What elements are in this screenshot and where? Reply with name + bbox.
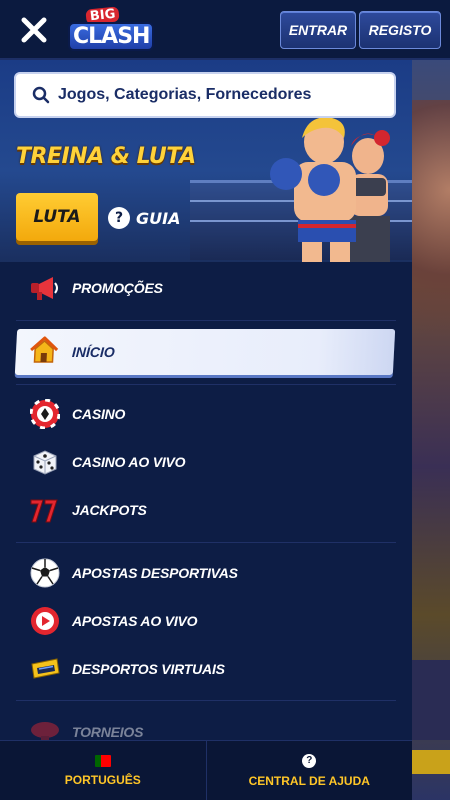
menu-divider: [16, 384, 396, 385]
logo-clash-text: CLASH: [68, 22, 155, 51]
menu-label: CASINO AO VIVO: [72, 454, 186, 470]
help-center-label: CENTRAL DE AJUDA: [248, 773, 370, 788]
drawer-footer: PORTUGUÊS ? CENTRAL DE AJUDA: [0, 740, 412, 800]
portugal-flag-icon: [94, 754, 111, 767]
dice-icon: [28, 445, 62, 479]
megaphone-icon: [28, 271, 62, 305]
menu-item-sports-betting[interactable]: APOSTAS DESPORTIVAS: [0, 551, 412, 595]
menu-item-casino[interactable]: CASINO: [0, 392, 412, 436]
menu-label: TORNEIOS: [72, 724, 144, 740]
close-icon: [21, 17, 47, 43]
home-icon: [27, 335, 63, 369]
play-icon: [28, 604, 62, 638]
search-bar[interactable]: [14, 72, 396, 118]
menu-label: PROMOÇÕES: [72, 280, 163, 296]
login-button[interactable]: ENTRAR: [280, 11, 356, 49]
hero-banner: TREINA & LUTA LUTA ? GUIA: [0, 60, 412, 262]
brand-logo[interactable]: BIG CLASH: [66, 6, 155, 54]
menu-label: JACKPOTS: [72, 502, 147, 518]
menu-label: APOSTAS DESPORTIVAS: [72, 565, 238, 581]
fighters-illustration: [270, 117, 390, 262]
language-label: PORTUGUÊS: [64, 772, 141, 787]
menu-label: DESPORTOS VIRTUAIS: [72, 661, 225, 677]
menu-divider: [16, 542, 396, 543]
search-input[interactable]: [58, 86, 378, 104]
casino-chip-icon: [28, 397, 62, 431]
search-icon: [32, 86, 50, 104]
menu-item-promotions[interactable]: PROMOÇÕES: [0, 266, 412, 310]
menu-item-virtual-sports[interactable]: DESPORTOS VIRTUAIS: [0, 647, 412, 691]
guide-label: GUIA: [136, 208, 181, 228]
menu-item-live-casino[interactable]: CASINO AO VIVO: [0, 440, 412, 484]
question-icon: ?: [302, 753, 317, 768]
vr-headset-icon: [28, 652, 62, 686]
language-selector[interactable]: PORTUGUÊS: [0, 741, 206, 800]
guide-link[interactable]: ? GUIA: [108, 206, 180, 230]
background-art: [412, 100, 450, 400]
side-menu-drawer: TREINA & LUTA LUTA ? GUIA PROMOÇÕES: [0, 60, 412, 800]
menu-label: INÍCIO: [71, 344, 116, 360]
menu-label: CASINO: [72, 406, 126, 422]
help-center-link[interactable]: ? CENTRAL DE AJUDA: [205, 741, 413, 800]
menu-item-jackpots[interactable]: JACKPOTS: [0, 488, 412, 532]
football-icon: [28, 556, 62, 590]
background-page: [412, 60, 450, 800]
menu-item-home[interactable]: INÍCIO: [14, 329, 396, 375]
sevens-icon: [28, 493, 62, 527]
fight-button[interactable]: LUTA: [16, 193, 98, 241]
top-header: BIG CLASH ENTRAR REGISTO: [0, 0, 450, 60]
hero-title: TREINA & LUTA: [16, 144, 196, 169]
close-menu-button[interactable]: [14, 12, 54, 48]
menu-item-live-betting[interactable]: APOSTAS AO VIVO: [0, 599, 412, 643]
register-button[interactable]: REGISTO: [359, 11, 441, 49]
menu-divider: [16, 320, 396, 321]
help-icon: ?: [108, 207, 130, 229]
background-panel: [412, 660, 450, 740]
menu-label: APOSTAS AO VIVO: [72, 613, 198, 629]
background-bar: [412, 750, 450, 774]
menu-divider: [16, 700, 396, 701]
